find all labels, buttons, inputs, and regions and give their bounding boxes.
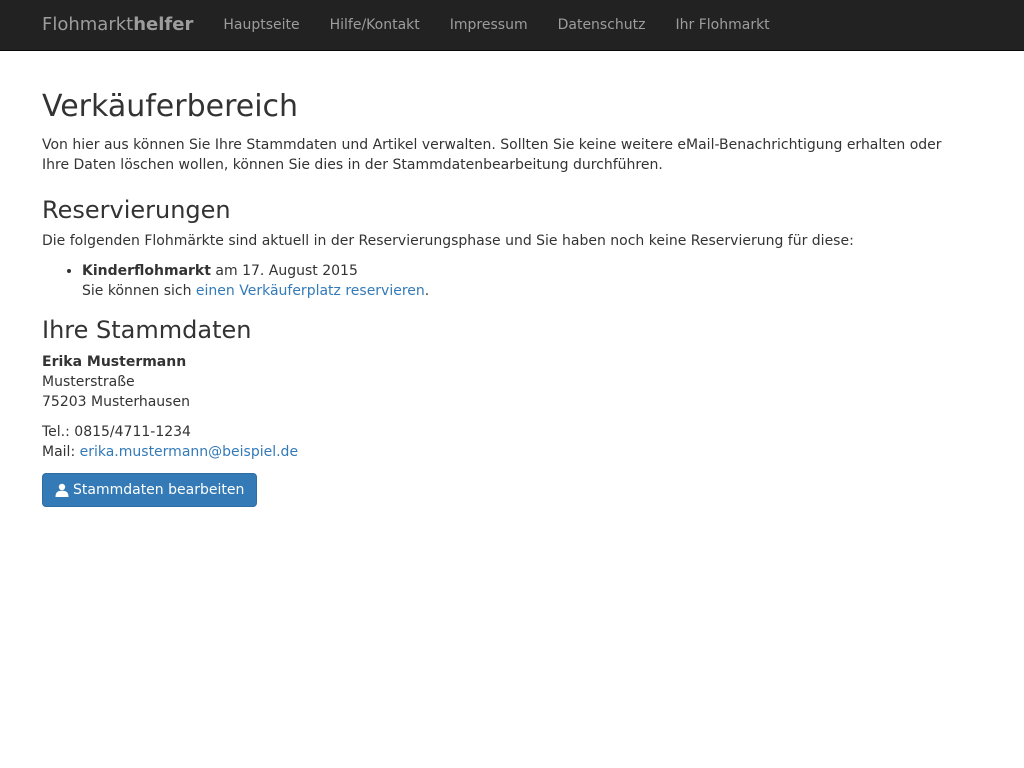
reservations-heading: Reservierungen <box>42 196 231 224</box>
reservation-suffix: . <box>424 283 430 299</box>
brand-logo-link[interactable]: Flohmarkthelfer <box>42 15 193 35</box>
intro-text: Von hier aus können Sie Ihre Stammdaten … <box>42 137 942 173</box>
nav-link-ihr-flohmarkt[interactable]: Ihr Flohmarkt <box>676 15 770 35</box>
user-icon <box>55 483 69 497</box>
master-data-heading: Ihre Stammdaten <box>42 316 252 344</box>
reserve-seller-spot-link[interactable]: einen Verkäuferplatz reservieren <box>196 283 425 299</box>
brand-text-bold: helfer <box>133 14 194 35</box>
brand-text-regular: Flohmarkt <box>42 14 134 35</box>
nav-link-hilfe-kontakt[interactable]: Hilfe/Kontakt <box>330 15 420 35</box>
address-block: Erika Mustermann Musterstraße 75203 Must… <box>42 352 982 412</box>
nav-link-datenschutz[interactable]: Datenschutz <box>558 15 646 35</box>
edit-master-data-button[interactable]: Stammdaten bearbeiten <box>42 473 258 507</box>
edit-button-label: Stammdaten bearbeiten <box>73 482 245 498</box>
street: Musterstraße <box>42 374 135 390</box>
nav-link-hauptseite[interactable]: Hauptseite <box>223 15 299 35</box>
email-link[interactable]: erika.mustermann@beispiel.de <box>80 444 298 460</box>
market-date: am 17. August 2015 <box>210 263 358 279</box>
city: 75203 Musterhausen <box>42 394 190 410</box>
reservations-text: Die folgenden Flohmärkte sind aktuell in… <box>42 233 854 249</box>
phone-number: 0815/4711-1234 <box>74 424 191 440</box>
mail-label: Mail: <box>42 444 80 460</box>
reservation-prefix: Sie können sich <box>82 283 196 299</box>
top-navbar: Flohmarkthelfer Hauptseite Hilfe/Kontakt… <box>0 0 1024 51</box>
user-name: Erika Mustermann <box>42 354 187 370</box>
reservation-list: Kinderflohmarkt am 17. August 2015 Sie k… <box>42 261 982 301</box>
market-name: Kinderflohmarkt <box>82 263 211 279</box>
list-item: Kinderflohmarkt am 17. August 2015 Sie k… <box>82 261 982 301</box>
phone-label: Tel.: <box>42 424 75 440</box>
main-content: Verkäuferbereich Von hier aus können Sie… <box>0 89 1024 507</box>
page-title: Verkäuferbereich <box>42 89 299 124</box>
contact-block: Tel.: 0815/4711-1234 Mail: erika.musterm… <box>42 422 982 462</box>
nav-link-impressum[interactable]: Impressum <box>450 15 528 35</box>
